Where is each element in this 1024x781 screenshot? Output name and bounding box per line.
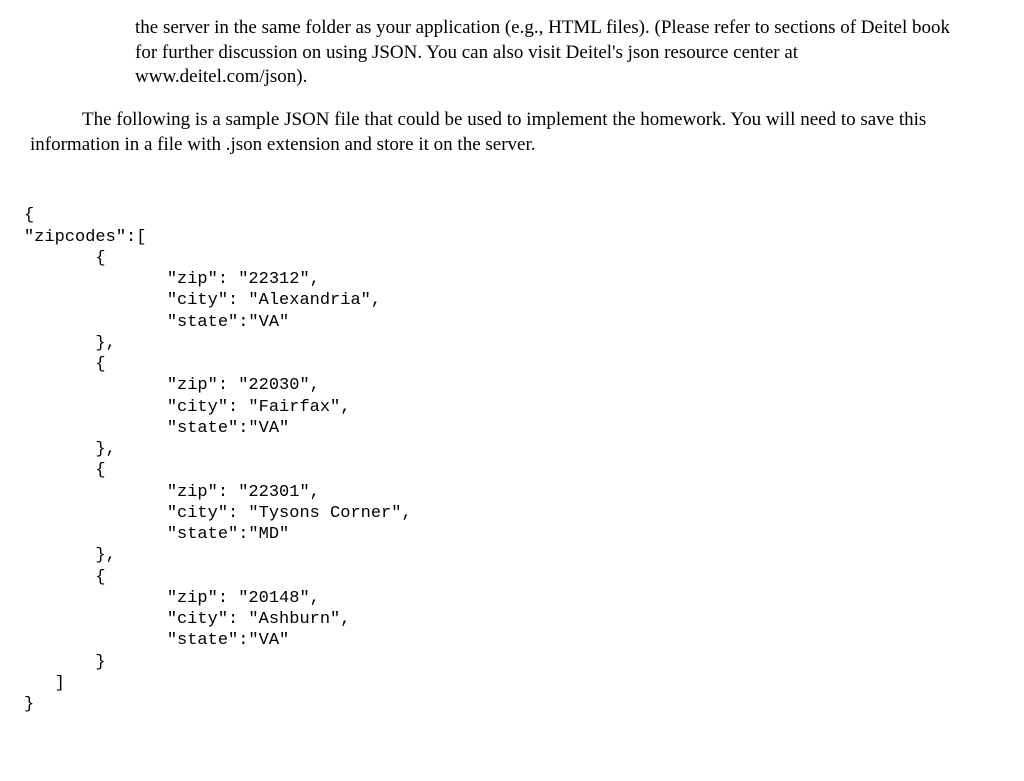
- paragraph-2: The following is a sample JSON file that…: [30, 108, 974, 157]
- paragraph-1: the server in the same folder as your ap…: [135, 16, 974, 90]
- json-code-block: { "zipcodes":[ { "zip": "22312", "city":…: [24, 205, 1004, 715]
